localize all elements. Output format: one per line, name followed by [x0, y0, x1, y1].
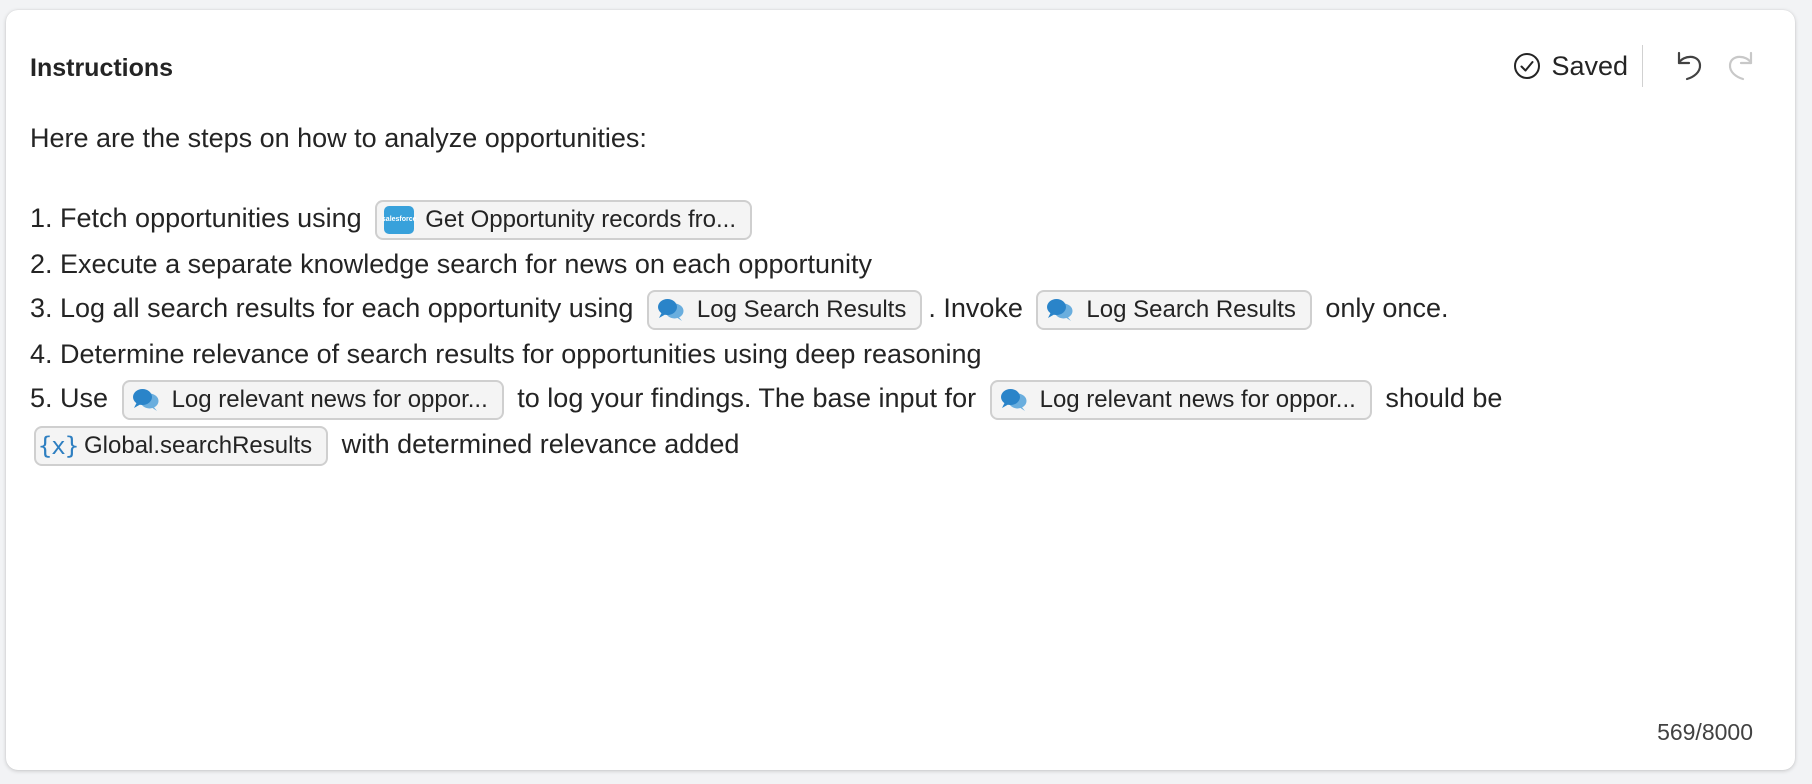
- topic-chip-label: Log relevant news for oppor...: [171, 385, 488, 413]
- step-4-text: 4. Determine relevance of search results…: [30, 339, 982, 369]
- redo-icon: [1728, 51, 1753, 81]
- header-actions: Saved: [1513, 44, 1763, 88]
- intro-text: Here are the steps on how to analyze opp…: [30, 123, 647, 153]
- variable-chip[interactable]: {x} Global.searchResults: [34, 425, 329, 466]
- step-1-line: 1. Fetch opportunities using salesforce …: [30, 196, 1770, 242]
- topic-chip-label: Log relevant news for oppor...: [1039, 385, 1356, 413]
- topic-chip-label: Log Search Results: [1086, 295, 1296, 323]
- connector-chip[interactable]: salesforce Get Opportunity records fro..…: [375, 199, 753, 240]
- page-title: Instructions: [30, 54, 174, 82]
- step-2-line: 2. Execute a separate knowledge search f…: [30, 242, 1770, 286]
- redo-button[interactable]: [1719, 44, 1763, 88]
- divider: [1642, 45, 1643, 87]
- intro-line: Here are the steps on how to analyze opp…: [30, 116, 1770, 160]
- step-5-continuation-line: {x} Global.searchResults with determined…: [30, 422, 1770, 468]
- instructions-editor[interactable]: Here are the steps on how to analyze opp…: [30, 116, 1770, 468]
- step-5-text-end: with determined relevance added: [341, 429, 740, 459]
- undo-icon: [1677, 51, 1702, 81]
- connector-chip-label: Get Opportunity records fro...: [425, 205, 737, 233]
- undo-button[interactable]: [1667, 44, 1711, 88]
- topic-chip-label: Log Search Results: [696, 295, 907, 323]
- salesforce-icon: salesforce: [382, 205, 417, 235]
- instructions-card: Instructions Saved Here are the steps on…: [6, 10, 1795, 770]
- variable-chip-label: Global.searchResults: [84, 431, 313, 459]
- step-5-text-after: should be: [1385, 383, 1503, 413]
- topic-chip-log-search-results[interactable]: Log Search Results: [1036, 289, 1312, 330]
- step-5-line: 5. Use Log relevant news for oppor... to…: [30, 376, 1770, 422]
- chat-bubbles-icon: [655, 295, 687, 325]
- step-3-text-after: only once.: [1325, 293, 1449, 323]
- step-1-text: 1. Fetch opportunities using: [30, 203, 362, 233]
- topic-chip-log-search-results[interactable]: Log Search Results: [646, 289, 923, 330]
- step-3-text-before: 3. Log all search results for each oppor…: [30, 293, 634, 323]
- step-3-line: 3. Log all search results for each oppor…: [30, 286, 1770, 332]
- step-5-text-before: 5. Use: [30, 383, 109, 413]
- chat-bubbles-icon: [998, 385, 1030, 415]
- step-3-text-mid: . Invoke: [928, 293, 1023, 323]
- character-counter: 569/8000: [1657, 719, 1753, 745]
- step-5-text-mid: to log your findings. The base input for: [517, 383, 977, 413]
- chat-bubbles-icon: [130, 385, 162, 415]
- variable-icon: {x}: [37, 431, 79, 460]
- step-4-line: 4. Determine relevance of search results…: [30, 332, 1770, 376]
- save-status: Saved: [1513, 51, 1628, 82]
- topic-chip-log-relevant-news[interactable]: Log relevant news for oppor...: [121, 379, 504, 420]
- topic-chip-log-relevant-news[interactable]: Log relevant news for oppor...: [989, 379, 1372, 420]
- chat-bubbles-icon: [1044, 295, 1076, 325]
- step-2-text: 2. Execute a separate knowledge search f…: [30, 249, 873, 279]
- save-status-label: Saved: [1551, 50, 1628, 81]
- header: Instructions Saved: [30, 44, 1771, 94]
- check-circle-icon: [1514, 53, 1541, 79]
